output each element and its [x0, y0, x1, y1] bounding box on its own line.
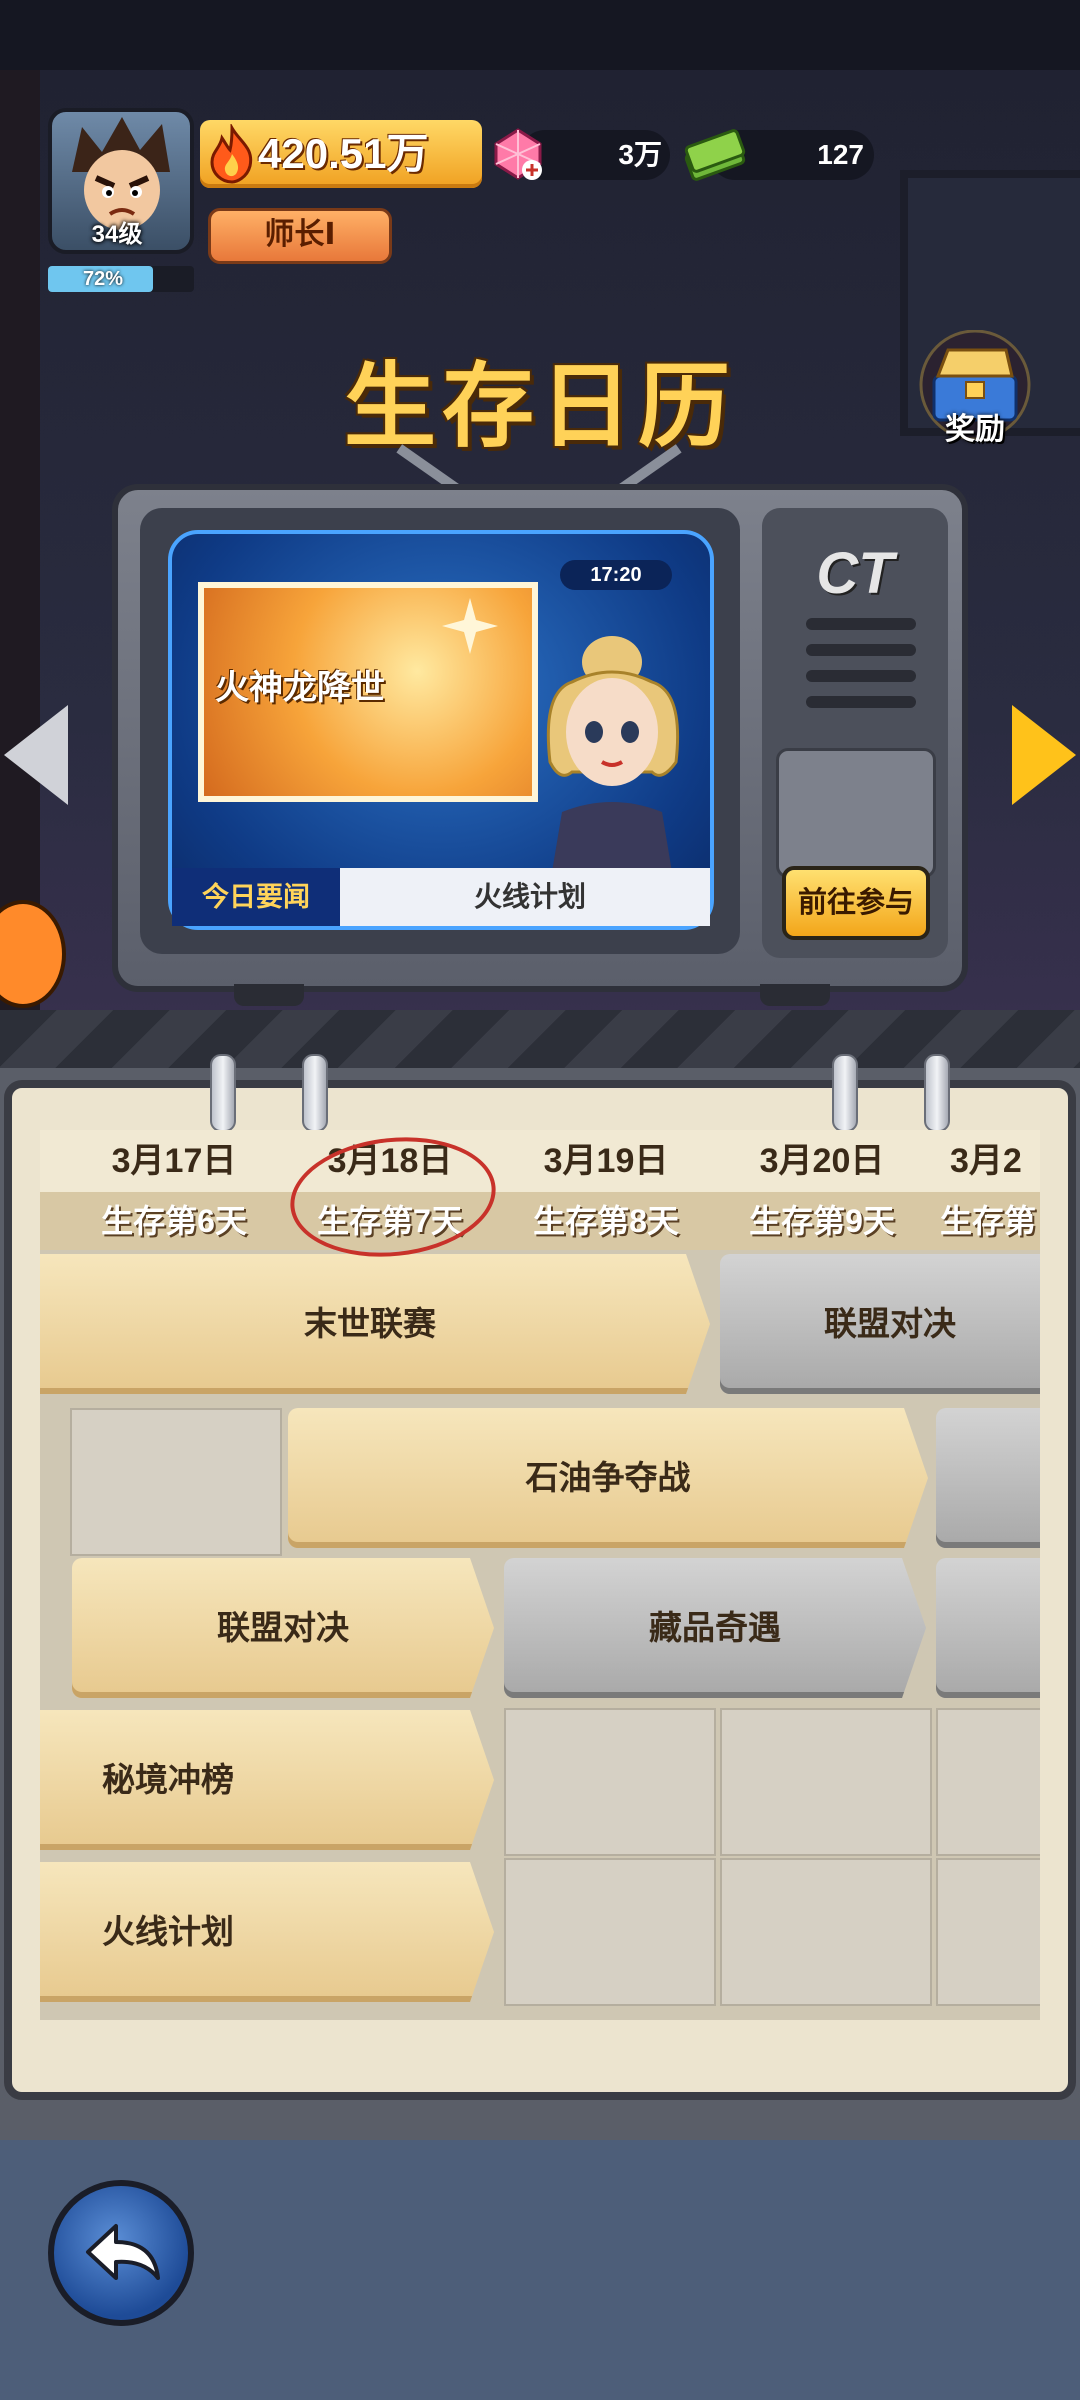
empty-cell: [720, 1858, 932, 2006]
event-bar[interactable]: [936, 1408, 1040, 1548]
rank-label: 师长Ⅰ: [264, 218, 336, 251]
date-label: 3月2: [950, 1142, 1022, 1180]
banner-text: 火线计划: [473, 881, 586, 912]
flame-icon: [210, 124, 253, 184]
event-label: 秘境冲榜: [102, 1761, 234, 1798]
empty-cell: [720, 1708, 932, 1856]
sparkle-icon: [442, 598, 498, 654]
event-bar[interactable]: [936, 1558, 1040, 1698]
event-bar[interactable]: 联盟对决: [720, 1254, 1040, 1394]
prev-arrow-icon[interactable]: [4, 705, 68, 805]
event-bar[interactable]: 联盟对决: [72, 1558, 494, 1698]
day-label: 生存第6天: [101, 1203, 247, 1239]
power-value: 420.51万: [258, 130, 429, 177]
tv-vent: [806, 696, 916, 708]
date-label: 3月17日: [111, 1142, 237, 1180]
calendar-ring: [302, 1054, 328, 1132]
side-mascot-icon[interactable]: [0, 900, 66, 1008]
calendar-ring: [924, 1054, 950, 1132]
day-label: 生存第: [940, 1203, 1037, 1239]
cash-amount: 127: [817, 139, 864, 170]
player-level: 34级: [91, 221, 143, 248]
day-label: 生存第8天: [533, 1203, 679, 1239]
event-label: 藏品奇遇: [649, 1609, 781, 1646]
gem-amount: 3万: [618, 139, 662, 170]
tv-vent: [806, 670, 916, 682]
event-label: 联盟对决: [217, 1609, 349, 1646]
reward-label: 奖励: [945, 413, 1005, 446]
gem-icon: [494, 128, 542, 180]
calendar-grid[interactable]: 3月17日 3月18日 3月19日 3月20日 3月2 生存第6天 生存第7天 …: [40, 1130, 1040, 2020]
tv-leg: [760, 984, 830, 1006]
calendar-ring: [832, 1054, 858, 1132]
event-label: 石油争夺战: [525, 1459, 691, 1496]
back-button[interactable]: [48, 2180, 194, 2326]
event-bar[interactable]: 秘境冲榜: [40, 1710, 494, 1850]
tv-vent: [806, 618, 916, 630]
empty-cell: [504, 1858, 716, 2006]
cash-icon: [684, 129, 746, 181]
news-title: 火神龙降世: [215, 669, 385, 707]
date-label: 3月19日: [543, 1142, 669, 1180]
xp-percent: 72%: [82, 268, 124, 290]
empty-cell: [504, 1708, 716, 1856]
next-arrow-icon[interactable]: [1012, 705, 1076, 805]
news-time: 17:20: [560, 560, 672, 590]
tv-vent: [806, 644, 916, 656]
calendar-hazard-bar: [0, 1010, 1080, 1068]
day-label: 生存第9天: [749, 1203, 895, 1239]
event-bar[interactable]: 火线计划: [40, 1862, 494, 2002]
banner-label: 今日要闻: [172, 868, 340, 926]
empty-cell: [936, 1708, 1040, 1856]
event-bar[interactable]: 末世联赛: [40, 1254, 710, 1394]
event-label: 末世联赛: [304, 1305, 436, 1342]
date-label: 3月20日: [759, 1142, 885, 1180]
tv-leg: [234, 984, 304, 1006]
back-arrow-icon: [86, 2224, 160, 2280]
tv-knob-panel: [776, 748, 936, 878]
event-label: 联盟对决: [824, 1305, 956, 1342]
go-participate-button[interactable]: 前往参与: [782, 866, 930, 940]
empty-cell: [936, 1858, 1040, 2006]
event-bar[interactable]: 藏品奇遇: [504, 1558, 926, 1698]
empty-cell: [70, 1408, 282, 1556]
event-label: 火线计划: [102, 1913, 234, 1950]
calendar-ring: [210, 1054, 236, 1132]
news-anchor-icon: [546, 636, 680, 872]
top-strip: [0, 0, 1080, 70]
tv-brand: CT: [816, 541, 894, 606]
event-bar[interactable]: 石油争夺战: [288, 1408, 928, 1548]
